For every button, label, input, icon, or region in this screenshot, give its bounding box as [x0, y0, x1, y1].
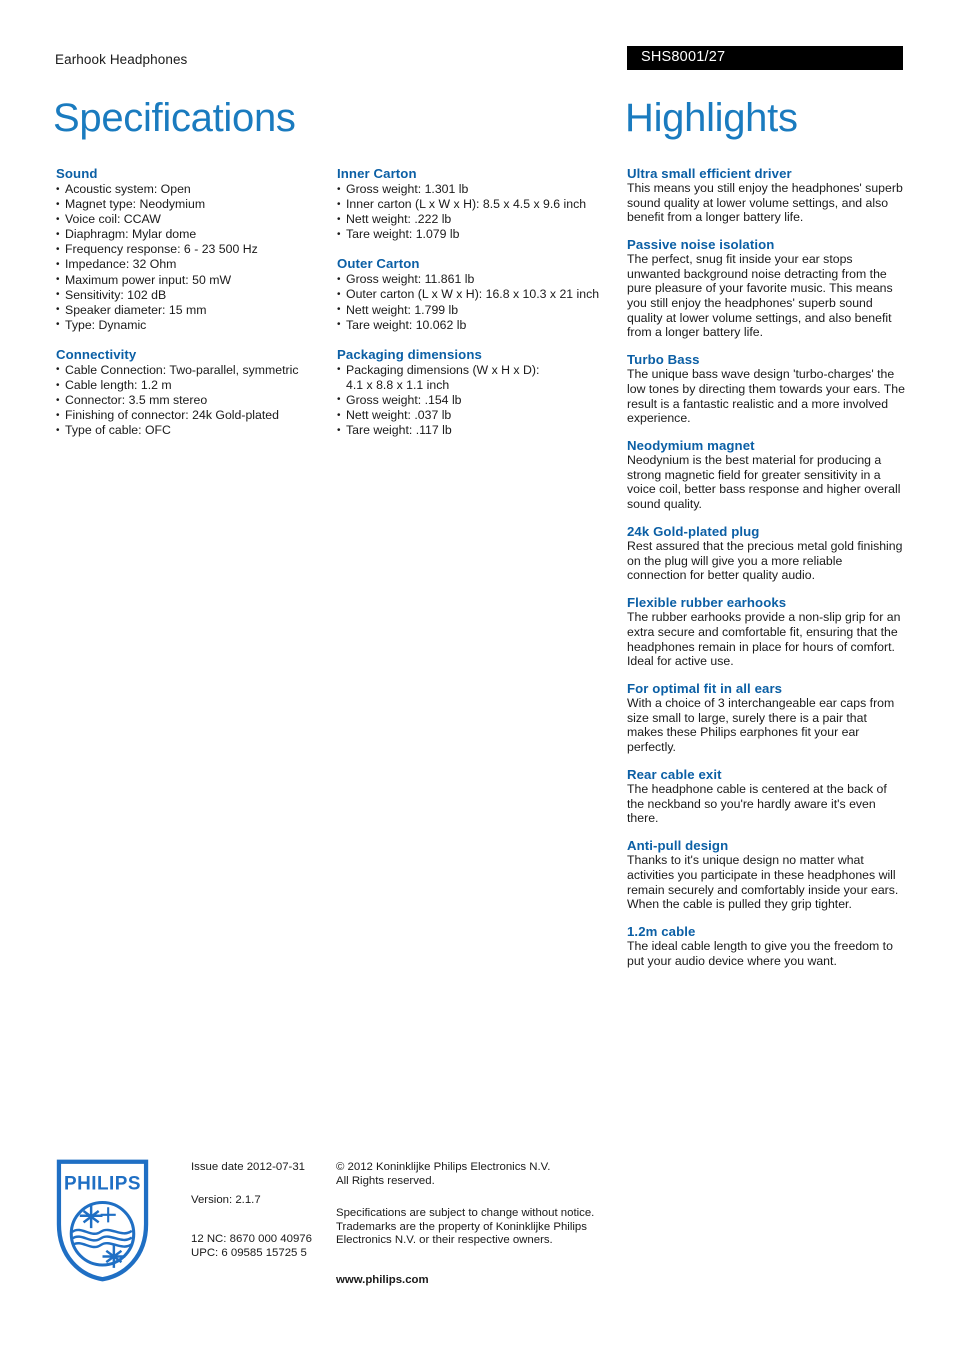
spec-item-list: Gross weight: 1.301 lbInner carton (L x … [337, 181, 615, 242]
spec-sheet-page: Earhook Headphones SHS8001/27 Specificat… [0, 0, 954, 1350]
highlight-body: The rubber earhooks provide a non-slip g… [627, 610, 901, 669]
spec-item: Gross weight: 1.301 lb [337, 181, 615, 197]
spec-group: ConnectivityCable Connection: Two-parall… [56, 347, 328, 438]
spec-item: Tare weight: 10.062 lb [337, 317, 615, 333]
spec-item: Packaging dimensions (W x H x D): 4.1 x … [337, 362, 615, 393]
spec-item: Type: Dynamic [56, 317, 328, 333]
spec-item-list: Acoustic system: OpenMagnet type: Neodym… [56, 181, 328, 333]
page-title-specifications: Specifications [53, 96, 296, 140]
spec-group: SoundAcoustic system: OpenMagnet type: N… [56, 166, 328, 333]
philips-logo: PHILIPS [55, 1158, 150, 1283]
spec-item: Inner carton (L x W x H): 8.5 x 4.5 x 9.… [337, 197, 615, 212]
spec-item: Outer carton (L x W x H): 16.8 x 10.3 x … [337, 287, 615, 302]
product-category-label: Earhook Headphones [55, 52, 188, 67]
spec-item-list: Packaging dimensions (W x H x D): 4.1 x … [337, 362, 615, 438]
spec-item: Speaker diameter: 15 mm [56, 302, 328, 318]
spec-item: Finishing of connector: 24k Gold-plated [56, 408, 328, 423]
highlight-body: Rest assured that the precious metal gol… [627, 539, 903, 583]
highlight-heading: Passive noise isolation [627, 237, 775, 253]
highlight-heading: 1.2m cable [627, 924, 696, 940]
highlight-body: With a choice of 3 interchangeable ear c… [627, 696, 895, 755]
issue-date: Issue date 2012-07-31 [191, 1161, 305, 1173]
spec-group-heading: Connectivity [56, 346, 137, 362]
highlight-heading: 24k Gold-plated plug [627, 524, 760, 540]
highlight-body: The ideal cable length to give you the f… [627, 939, 893, 968]
highlight-heading: Neodymium magnet [627, 438, 755, 454]
spec-item: Acoustic system: Open [56, 181, 328, 197]
highlight-heading: Rear cable exit [627, 767, 722, 783]
spec-item: Type of cable: OFC [56, 423, 328, 438]
spec-item: Diaphragm: Mylar dome [56, 227, 328, 242]
spec-group-heading: Outer Carton [337, 256, 420, 272]
spec-item-list: Cable Connection: Two-parallel, symmetri… [56, 362, 328, 438]
highlight-heading: Flexible rubber earhooks [627, 595, 787, 611]
spec-group: Outer CartonGross weight: 11.861 lbOuter… [337, 256, 615, 332]
highlight-body: Neodynium is the best material for produ… [627, 453, 901, 511]
specifications-column-middle: Inner CartonGross weight: 1.301 lbInner … [337, 166, 615, 452]
highlight-heading: For optimal fit in all ears [627, 681, 783, 697]
spec-item: Voice coil: CCAW [56, 212, 328, 227]
highlight-item: Turbo Bass The unique bass wave design 't… [627, 352, 905, 425]
highlight-item: Rear cable exit The headphone cable is ce… [627, 767, 905, 826]
spec-item: Nett weight: 1.799 lb [337, 302, 615, 318]
highlights-column: Ultra small efficient driver This means y… [627, 166, 905, 981]
spec-item: Tare weight: .117 lb [337, 423, 615, 438]
highlight-item: For optimal fit in all ears With a choice… [627, 681, 905, 754]
spec-item: Gross weight: 11.861 lb [337, 272, 615, 287]
website-link[interactable]: www.philips.com [336, 1274, 626, 1288]
spec-item: Sensitivity: 102 dB [56, 287, 328, 303]
spec-item: Nett weight: .222 lb [337, 212, 615, 227]
copyright-text: © 2012 Koninklijke Philips Electronics N… [336, 1161, 551, 1187]
spec-item: Maximum power input: 50 mW [56, 272, 328, 288]
highlight-item: Flexible rubber earhooks The rubber earho… [627, 595, 905, 668]
spec-item: Cable Connection: Two-parallel, symmetri… [56, 362, 328, 378]
spec-item: Impedance: 32 Ohm [56, 257, 328, 272]
highlight-body: The headphone cable is centered at the b… [627, 782, 887, 826]
footer-legal-column: © 2012 Koninklijke Philips Electronics N… [336, 1161, 626, 1288]
highlight-item: Passive noise isolation The perfect, snug… [627, 237, 905, 340]
highlight-item: Anti-pull design Thanks to it's unique de… [627, 838, 905, 911]
highlight-heading: Anti-pull design [627, 838, 729, 854]
spec-item: Tare weight: 1.079 lb [337, 227, 615, 242]
product-code-bar: SHS8001/27 [627, 46, 903, 70]
highlight-item: 24k Gold-plated plug Rest assured that th… [627, 524, 905, 583]
upc-code: UPC: 6 09585 15725 5 [191, 1246, 307, 1259]
product-code-text: SHS8001/27 [641, 49, 726, 65]
highlight-heading: Turbo Bass [627, 352, 700, 368]
version: Version: 2.1.7 [191, 1193, 261, 1206]
svg-text:PHILIPS: PHILIPS [64, 1173, 141, 1194]
specifications-column-left: SoundAcoustic system: OpenMagnet type: N… [56, 166, 328, 452]
spec-item: Cable length: 1.2 m [56, 378, 328, 393]
spec-item: Nett weight: .037 lb [337, 408, 615, 423]
spec-group: Inner CartonGross weight: 1.301 lbInner … [337, 166, 615, 242]
highlight-body: The unique bass wave design 'turbo-charg… [627, 367, 905, 426]
highlight-item: 1.2m cable The ideal cable length to give… [627, 924, 905, 968]
spec-group-heading: Sound [56, 166, 98, 181]
spec-group-heading: Packaging dimensions [337, 346, 482, 362]
highlight-body: This means you still enjoy the headphone… [627, 181, 903, 225]
spec-item: Magnet type: Neodymium [56, 197, 328, 212]
highlight-item: Ultra small efficient driver This means y… [627, 166, 905, 225]
page-title-highlights: Highlights [625, 96, 798, 140]
spec-item: Frequency response: 6 - 23 500 Hz [56, 242, 328, 257]
spec-group: Packaging dimensionsPackaging dimensions… [337, 347, 615, 438]
spec-group-heading: Inner Carton [337, 166, 417, 181]
spec-item: Gross weight: .154 lb [337, 392, 615, 408]
spec-item: Connector: 3.5 mm stereo [56, 393, 328, 408]
nc-code: 12 NC: 8670 000 40976 [191, 1233, 312, 1246]
highlight-body: The perfect, snug fit inside your ear st… [627, 252, 893, 340]
highlight-item: Neodymium magnet Neodynium is the best ma… [627, 438, 905, 511]
footer-meta-column: Issue date 2012-07-31 Version: 2.1.7 12 … [191, 1161, 336, 1260]
spec-item-list: Gross weight: 11.861 lbOuter carton (L x… [337, 272, 615, 332]
highlight-heading: Ultra small efficient driver [627, 166, 792, 181]
highlight-body: Thanks to it's unique design no matter w… [627, 853, 899, 912]
disclaimer-text: Specifications are subject to change wit… [336, 1207, 595, 1247]
